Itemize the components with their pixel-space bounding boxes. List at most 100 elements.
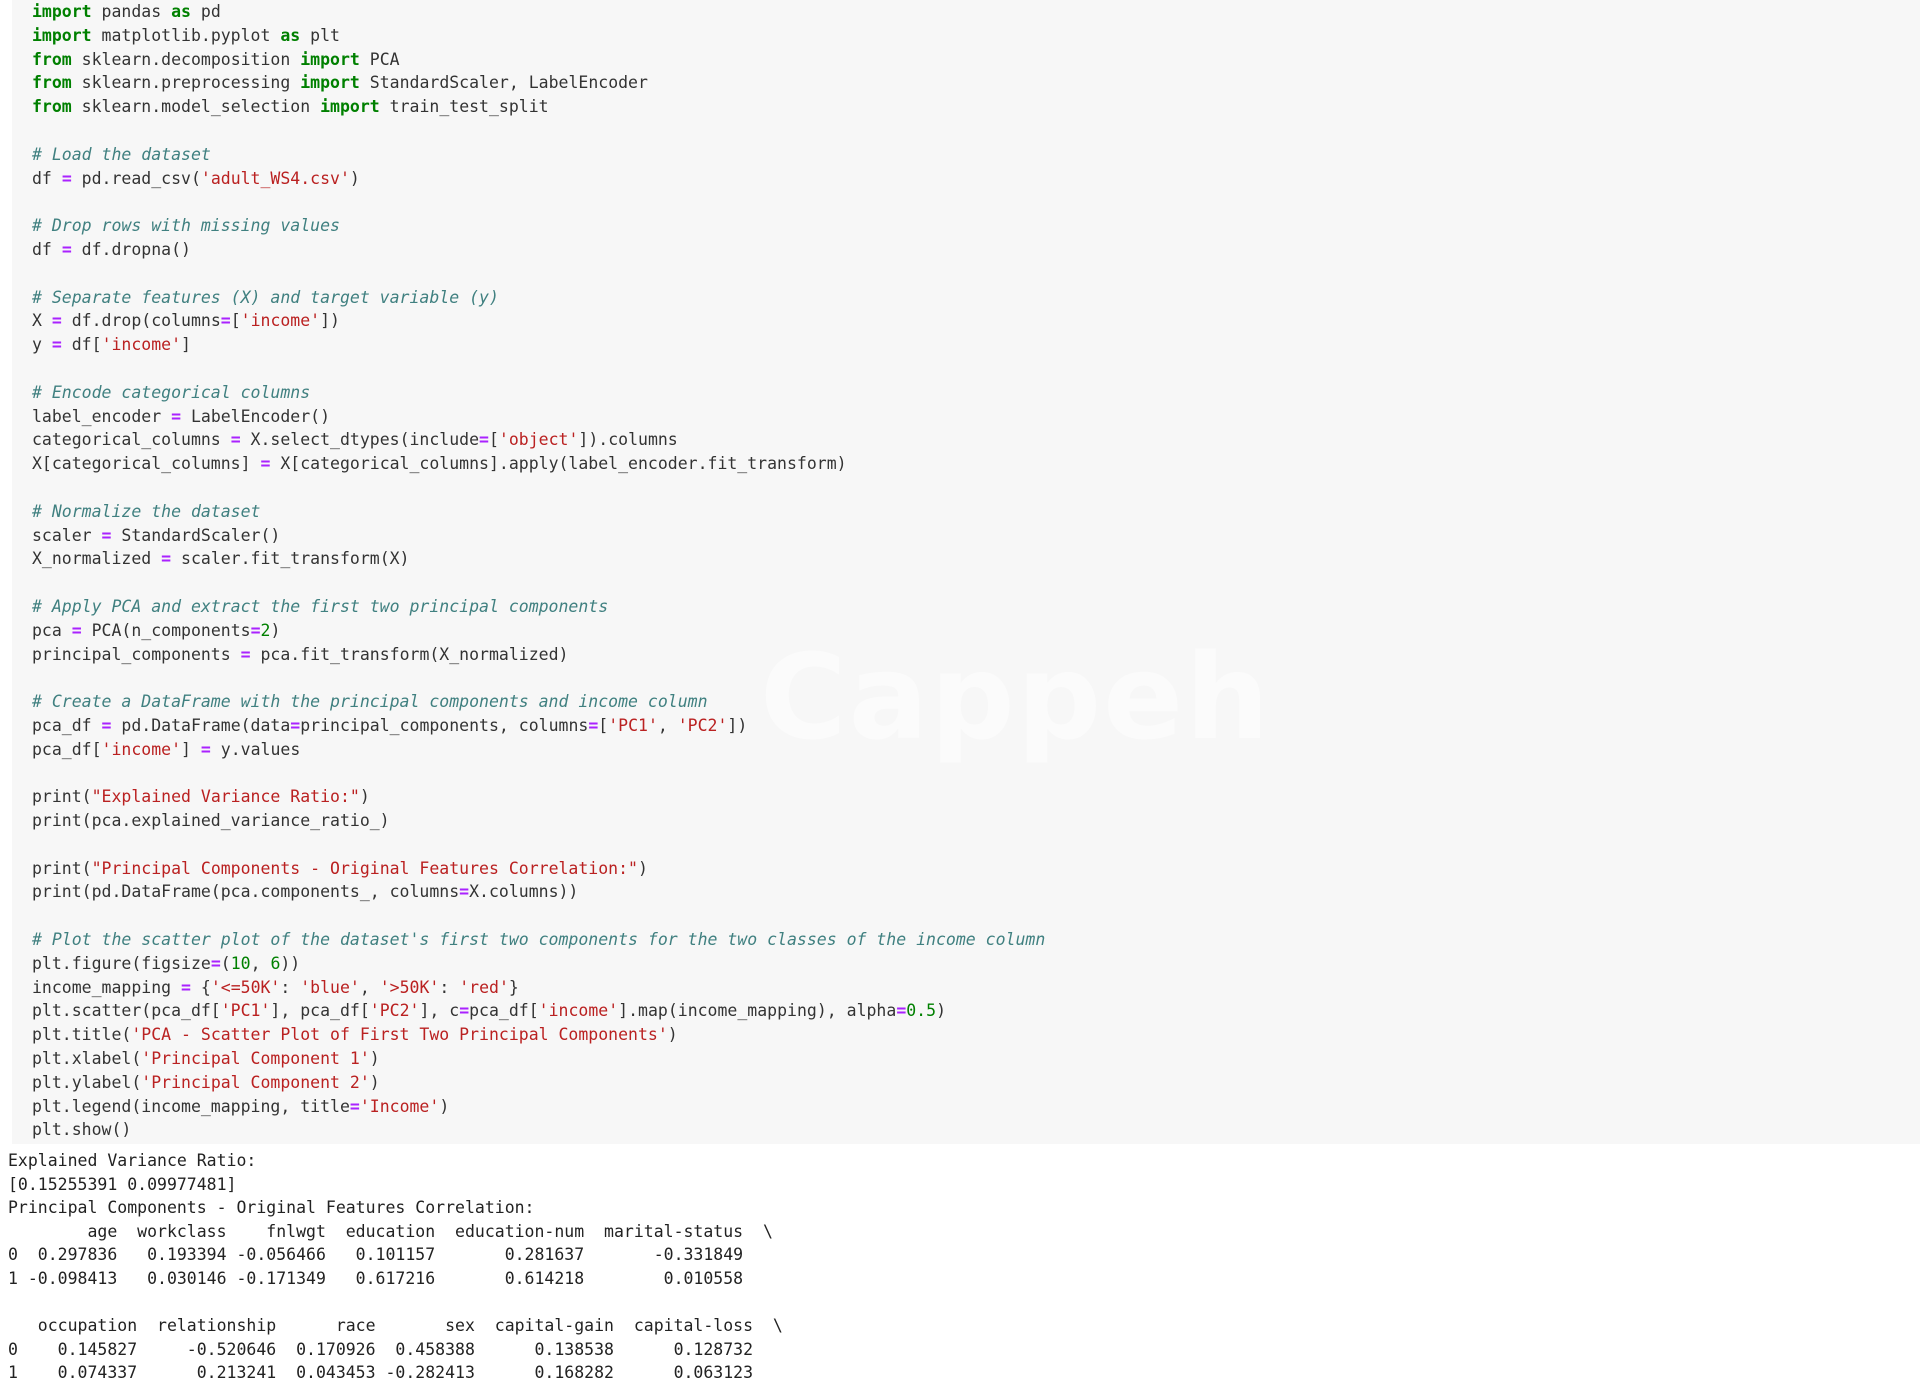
code-token: df[ [61,335,102,355]
code-editor[interactable]: import pandas as pd import matplotlib.pyp… [32,0,1045,1142]
code-token: 'PCA - Scatter Plot of First Two Princip… [131,1025,668,1045]
code-token: PCA(n_components [81,620,251,640]
code-token: , [657,715,678,735]
code-token: label_encoder [32,406,172,426]
code-token: 2 [260,620,271,640]
code-token: pca_df[ [32,739,102,759]
code-line: plt.show() [32,1118,1045,1142]
code-token: X.columns)) [469,882,579,902]
code-token: ]) [727,715,748,735]
code-line: # Normalize the dataset [32,500,1045,524]
code-line: principal_components = pca.fit_transform… [32,643,1045,667]
code-token: , [250,953,271,973]
code-token: 6 [270,953,281,973]
code-token: ) [439,1096,450,1116]
code-token: df.dropna() [71,239,191,259]
code-token: = [230,430,241,450]
code-token: print(pca.explained_variance_ratio_) [32,811,390,831]
code-token: } [508,977,519,997]
code-token: pd.read_csv( [71,168,201,188]
code-token: df [32,168,62,188]
code-line: # Load the dataset [32,143,1045,167]
code-token: 'adult_WS4.csv' [200,168,350,188]
code-token: X[categorical_columns] [32,454,261,474]
code-token: = [349,1096,360,1116]
code-token: principal_components [32,644,241,664]
code-token: scaler [32,525,102,545]
code-token: print(pd.DataFrame(pca.components_, colu… [32,882,460,902]
code-token: pca_df[ [469,1001,539,1021]
code-token: import [300,49,360,69]
code-line: import pandas as pd [32,0,1045,24]
code-token: plt.ylabel( [32,1072,142,1092]
code-token: plt.scatter(pca_df[ [32,1001,221,1021]
code-line: categorical_columns = X.select_dtypes(in… [32,428,1045,452]
code-token: pandas [91,2,172,21]
code-token: 'red' [459,977,509,997]
code-token: = [51,335,62,355]
code-token: '<=50K' [210,977,281,997]
code-token: y.values [210,739,301,759]
code-line: # Separate features (X) and target varia… [32,286,1045,310]
code-token: sklearn.model_selection [71,97,321,117]
code-token: PCA [359,49,400,69]
code-token: ] [181,739,201,759]
code-token: # Normalize the dataset [32,501,261,521]
code-token: plt [300,25,340,45]
code-token: plt.xlabel( [32,1049,142,1069]
code-token: StandardScaler() [111,525,281,545]
code-token: import [32,2,92,21]
code-token: = [240,644,251,664]
code-token: = [61,239,72,259]
code-token: ]).columns [578,430,678,450]
code-token: = [220,311,231,331]
code-token: 'object' [498,430,579,450]
code-token: = [479,430,489,450]
code-token: plt.show() [32,1120,132,1140]
code-line: X[categorical_columns] = X[categorical_c… [32,452,1045,476]
code-token: df.drop(columns [61,311,221,331]
code-line: df = df.dropna() [32,238,1045,262]
code-token: scaler.fit_transform(X) [171,549,410,569]
code-token: from [32,73,72,93]
code-token: ]) [320,311,340,331]
code-line: X_normalized = scaler.fit_transform(X) [32,547,1045,571]
code-token: # Plot the scatter plot of the dataset's… [32,930,1046,950]
code-token: sklearn.decomposition [71,49,301,69]
code-token: ) [369,1072,380,1092]
code-token: ) [369,1049,380,1069]
code-line: pca_df = pd.DataFrame(data=principal_com… [32,714,1045,738]
code-token: = [459,882,470,902]
code-token: 'blue' [300,977,360,997]
code-token: plt.title( [32,1025,132,1045]
code-token: = [61,168,72,188]
code-token: [ [488,430,499,450]
code-token: pd.DataFrame(data [111,715,291,735]
code-token: ( [220,953,231,973]
code-token: matplotlib.pyplot [91,25,281,45]
code-token: ) [359,787,370,807]
code-token: = [290,715,301,735]
code-token: 'income' [101,739,182,759]
code-token: df [32,239,62,259]
code-token: = [101,525,112,545]
code-token: # Apply PCA and extract the first two pr… [32,596,609,616]
code-cell-input[interactable]: import pandas as pd import matplotlib.pyp… [12,0,1920,1144]
code-line: print(pd.DataFrame(pca.components_, colu… [32,880,1045,904]
code-line: print("Principal Components - Original F… [32,857,1045,881]
code-token: import [300,73,360,93]
code-token: pd [190,2,221,21]
code-token: plt.legend(income_mapping, title [32,1096,350,1116]
code-token: = [161,549,172,569]
code-token: ) [667,1025,678,1045]
code-token: = [51,311,62,331]
code-token: categorical_columns [32,430,231,450]
code-line: pca = PCA(n_components=2) [32,619,1045,643]
code-token: 10 [230,953,251,973]
